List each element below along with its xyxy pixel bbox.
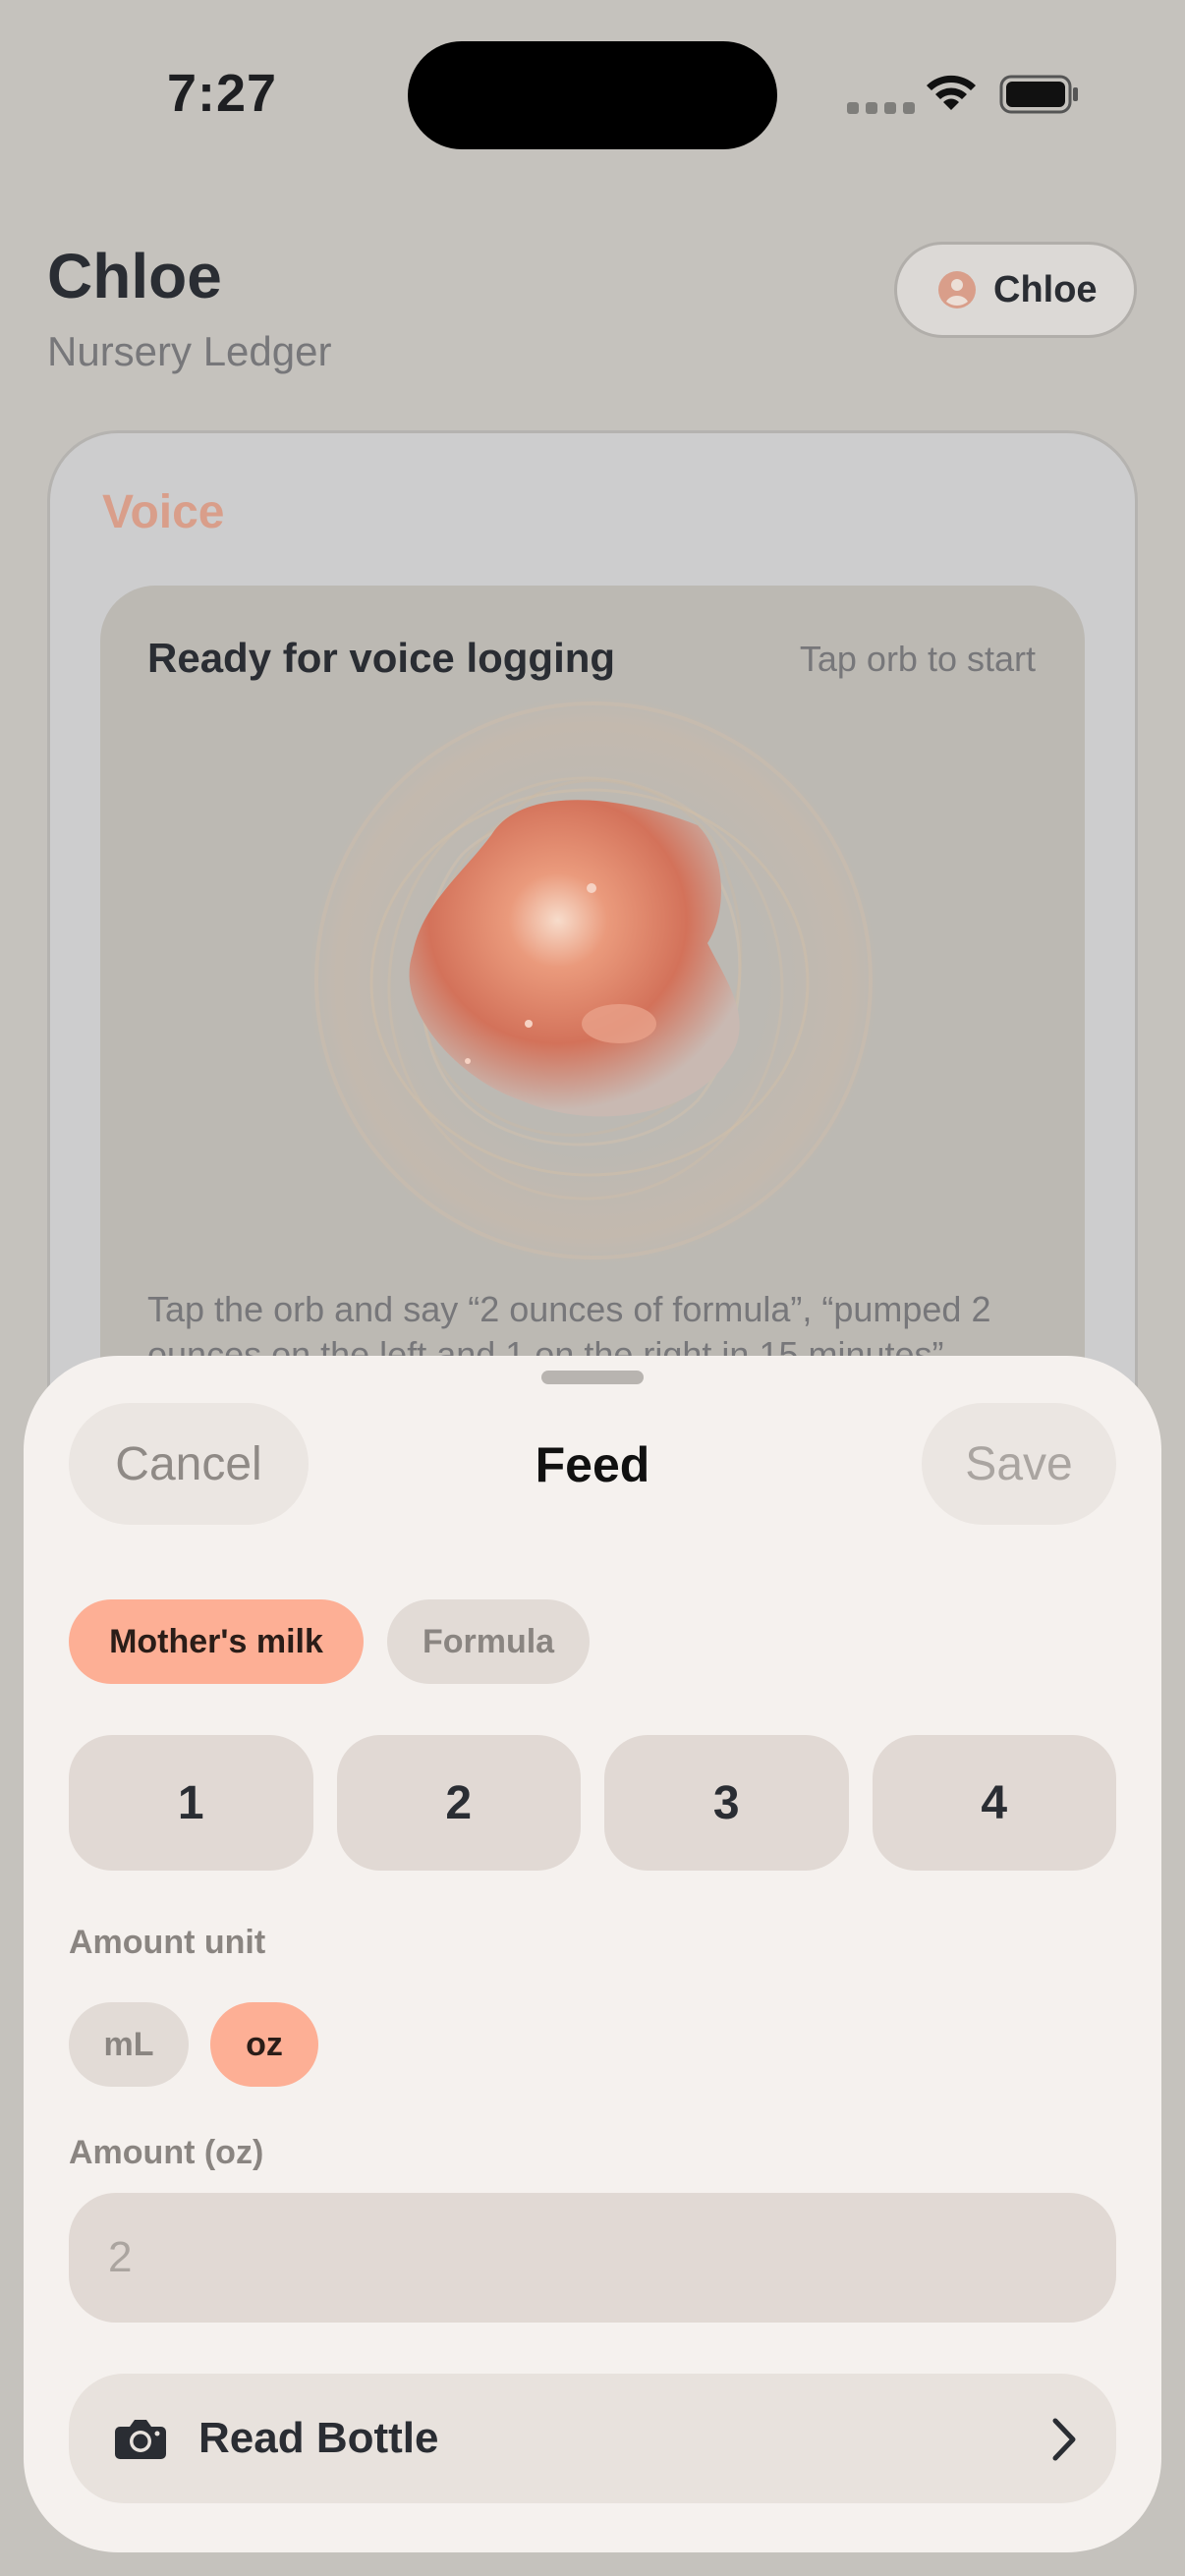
- quick-amount-button[interactable]: 2: [336, 1735, 581, 1871]
- feed-type-formula[interactable]: Formula: [387, 1599, 590, 1684]
- dynamic-island: [408, 41, 777, 149]
- feed-type-mothers-milk[interactable]: Mother's milk: [69, 1599, 364, 1684]
- amount-input[interactable]: [69, 2193, 1116, 2323]
- quick-amount-button[interactable]: 1: [69, 1735, 313, 1871]
- amount-label: Amount (oz): [69, 2134, 264, 2171]
- voice-orb[interactable]: [295, 688, 884, 1277]
- battery-icon: [999, 75, 1078, 114]
- wifi-icon: [927, 75, 976, 110]
- quick-amount-button[interactable]: 3: [604, 1735, 849, 1871]
- profile-label: Chloe: [993, 268, 1098, 310]
- read-bottle-label: Read Bottle: [198, 2414, 439, 2462]
- amount-unit-label: Amount unit: [69, 1924, 266, 1961]
- sheet-grabber[interactable]: [541, 1371, 644, 1384]
- profile-button[interactable]: Chloe: [894, 242, 1137, 338]
- unit-ml-chip[interactable]: mL: [69, 2002, 189, 2087]
- chevron-right-icon: [1052, 2418, 1076, 2461]
- quick-amounts: 1 2 3 4: [69, 1735, 1116, 1871]
- page-title: Chloe: [47, 241, 222, 311]
- unit-oz-chip[interactable]: oz: [210, 2002, 318, 2087]
- status-time: 7:27: [167, 64, 278, 123]
- status-bar: 7:27: [0, 0, 1185, 196]
- camera-icon: [115, 2420, 166, 2459]
- voice-section-title: Voice: [102, 486, 225, 538]
- app-subtitle: Nursery Ledger: [47, 328, 332, 374]
- quick-amount-button[interactable]: 4: [872, 1735, 1116, 1871]
- read-bottle-button[interactable]: Read Bottle: [69, 2374, 1116, 2503]
- save-button[interactable]: Save: [922, 1403, 1116, 1525]
- voice-hint: Tap orb to start: [799, 639, 1036, 679]
- feed-sheet: Cancel Feed Save Mother's milk Formula 1…: [24, 1356, 1161, 2552]
- person-circle-icon: [938, 271, 976, 308]
- cellular-signal-icon: [847, 102, 915, 114]
- voice-status: Ready for voice logging: [147, 635, 616, 681]
